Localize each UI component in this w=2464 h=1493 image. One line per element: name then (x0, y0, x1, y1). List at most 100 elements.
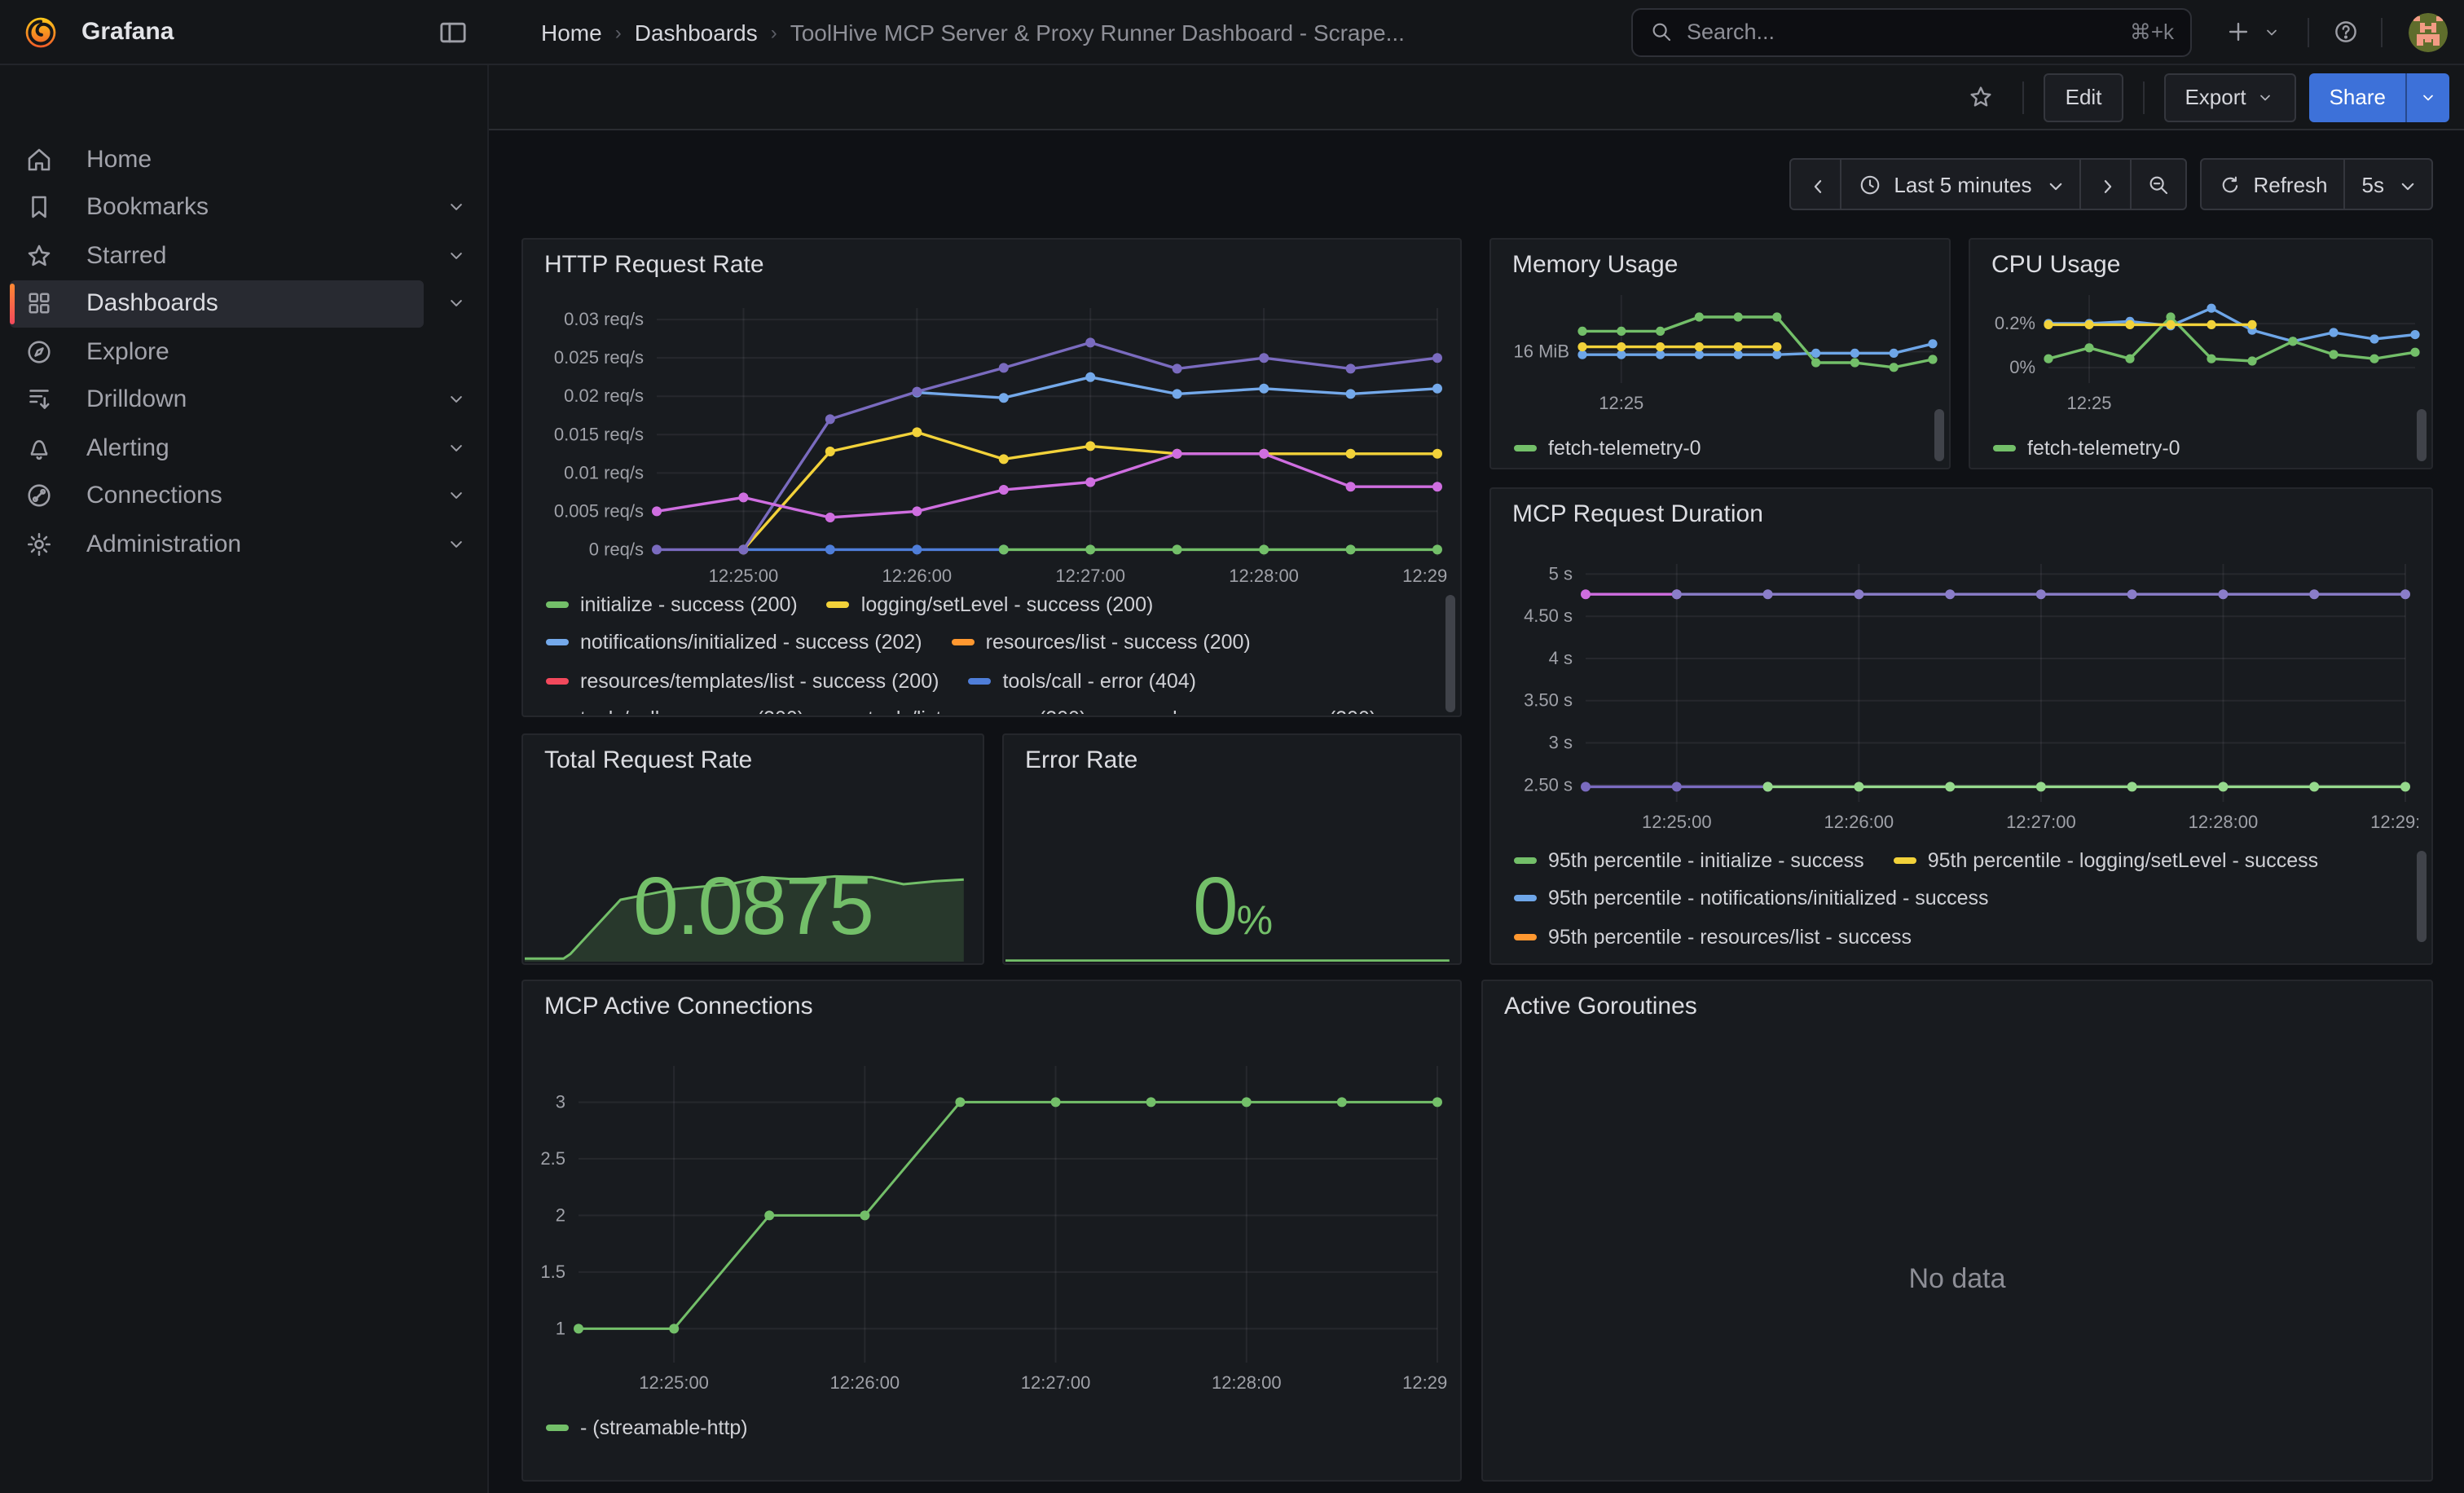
legend-label: tools/call - success (200) (580, 708, 804, 715)
time-shift-forward-button[interactable] (2079, 160, 2129, 209)
legend-item[interactable]: 95th percentile - logging/setLevel - suc… (1894, 849, 2318, 872)
share-menu-button[interactable] (2405, 73, 2449, 121)
export-button[interactable]: Export (2163, 73, 2296, 121)
http-request-rate-chart[interactable]: 0 req/s0.005 req/s0.01 req/s0.015 req/s0… (536, 295, 1447, 585)
panel-title[interactable]: MCP Active Connections (544, 993, 813, 1020)
stat-value: 0.0875 (523, 859, 983, 953)
sidebar-item-label: Drilldown (86, 386, 187, 414)
time-shift-back-button[interactable] (1791, 160, 1840, 209)
refresh-label: Refresh (2253, 172, 2327, 196)
legend-label: resources/templates/list - success (200) (580, 670, 939, 693)
sidebar-item-explore[interactable]: Explore (0, 328, 489, 376)
sidebar-item-starred[interactable]: Starred (0, 231, 489, 280)
breadcrumb-dashboards[interactable]: Dashboards (635, 19, 758, 45)
svg-text:12:27:00: 12:27:00 (1055, 566, 1125, 585)
legend-item[interactable]: fetch-telemetry-0 (1993, 437, 2180, 460)
star-dashboard-button[interactable] (1958, 74, 2004, 120)
mcp-active-connections-chart[interactable]: 11.522.5312:25:0012:26:0012:27:0012:28:0… (536, 1053, 1447, 1398)
legend-item[interactable]: resources/list - success (200) (952, 632, 1251, 654)
legend-label: initialize - success (200) (580, 593, 798, 616)
cpu-legend: fetch-telemetry-0 (1993, 429, 2405, 468)
divider (2381, 17, 2383, 46)
sidebar-item-home[interactable]: Home (0, 135, 489, 183)
sidebar-item-drilldown[interactable]: Drilldown (0, 376, 489, 424)
legend-item[interactable]: initialize - success (200) (546, 593, 798, 616)
search-input[interactable] (1687, 20, 2130, 44)
legend-item[interactable]: tools/list - success (200) (834, 708, 1086, 715)
edit-button[interactable]: Edit (2044, 73, 2123, 121)
legend-scrollbar[interactable] (2417, 409, 2427, 461)
panel-title[interactable]: CPU Usage (1991, 251, 2120, 279)
legend-row: resources/templates/list - success (200)… (546, 662, 1431, 700)
breadcrumb-home[interactable]: Home (541, 19, 602, 45)
legend-item[interactable]: tools/call - success (200) (546, 708, 804, 715)
svg-text:12:28:00: 12:28:00 (1212, 1372, 1282, 1393)
user-avatar[interactable] (2409, 12, 2448, 51)
legend-item[interactable]: unknown - success (200) (1115, 708, 1376, 715)
refresh-button[interactable]: Refresh (2201, 160, 2343, 209)
help-button[interactable] (2322, 9, 2368, 55)
sidebar-toggle-icon[interactable] (437, 16, 469, 49)
svg-text:4 s: 4 s (1549, 648, 1573, 668)
legend-scrollbar[interactable] (1934, 409, 1944, 461)
legend-scrollbar[interactable] (1445, 595, 1455, 712)
legend-item[interactable]: fetch-telemetry-0 (1514, 437, 1701, 460)
legend-item[interactable]: 95th percentile - notifications/initiali… (1514, 887, 1989, 910)
share-split-button: Share (2310, 73, 2449, 121)
chevron-down-icon[interactable] (445, 244, 468, 267)
mcp-request-duration-chart[interactable]: 5 s4.50 s4 s3.50 s3 s2.50 s12:25:0012:26… (1504, 551, 2418, 831)
legend-label: 95th percentile - notifications/initiali… (1548, 887, 1989, 910)
sidebar-item-alerting[interactable]: Alerting (0, 424, 489, 472)
panel-title[interactable]: Total Request Rate (544, 746, 752, 774)
add-new-button[interactable] (2215, 9, 2281, 55)
svg-text:12:26:00: 12:26:00 (1824, 812, 1894, 831)
legend-item[interactable]: logging/setLevel - success (200) (827, 593, 1154, 616)
legend-scrollbar[interactable] (2417, 851, 2427, 942)
star-icon (24, 241, 54, 271)
chevron-down-icon (2043, 174, 2062, 194)
sidebar-item-dashboards[interactable]: Dashboards (0, 280, 489, 328)
legend-item[interactable]: - (streamable-http) (546, 1416, 748, 1439)
grid-icon (24, 289, 54, 319)
legend-item[interactable]: tools/call - error (404) (968, 670, 1196, 693)
legend-item[interactable]: 95th percentile - initialize - success (1514, 849, 1864, 872)
legend-item[interactable]: 95th percentile - resources/list - succe… (1514, 926, 1912, 949)
sidebar-item-administration[interactable]: Administration (0, 520, 489, 568)
zoom-out-time-button[interactable] (2129, 160, 2185, 209)
cpu-usage-chart[interactable]: 0.2%0%12:25 (1977, 285, 2422, 422)
legend-label: 95th percentile - resources/list - succe… (1548, 926, 1912, 949)
chevron-down-icon[interactable] (445, 293, 468, 315)
panel-title[interactable]: MCP Request Duration (1512, 500, 1763, 528)
chevron-down-icon[interactable] (445, 485, 468, 508)
plus-icon (2215, 9, 2260, 55)
refresh-interval-label: 5s (2362, 172, 2384, 196)
chevron-down-icon[interactable] (445, 196, 468, 219)
legend-item[interactable]: resources/templates/list - success (200) (546, 670, 939, 693)
legend-swatch (1894, 857, 1916, 864)
svg-text:0.015 req/s: 0.015 req/s (554, 424, 644, 444)
panel-title[interactable]: HTTP Request Rate (544, 251, 764, 279)
share-button[interactable]: Share (2310, 73, 2405, 121)
chevron-down-icon[interactable] (445, 389, 468, 412)
svg-text:0%: 0% (2009, 357, 2035, 377)
legend-label: notifications/initialized - success (202… (580, 632, 922, 654)
memory-usage-chart[interactable]: 16 MiB12:25 (1498, 285, 1939, 422)
brand-name: Grafana (81, 18, 174, 46)
panel-title[interactable]: Error Rate (1025, 746, 1137, 774)
svg-text:3: 3 (556, 1091, 565, 1112)
sidebar-item-bookmarks[interactable]: Bookmarks (0, 183, 489, 231)
chevron-down-icon[interactable] (445, 533, 468, 556)
legend-label: - (streamable-http) (580, 1416, 748, 1439)
sidebar-item-connections[interactable]: Connections (0, 472, 489, 520)
time-range-picker[interactable]: Last 5 minutes (1840, 160, 2079, 209)
search-box[interactable]: ⌘+k (1631, 7, 2192, 56)
refresh-interval-picker[interactable]: 5s (2344, 160, 2431, 209)
sidebar-item-label: Administration (86, 531, 241, 558)
panel-title[interactable]: Memory Usage (1512, 251, 1678, 279)
bookmark-icon (24, 193, 54, 222)
chevron-down-icon (2256, 87, 2276, 107)
legend-item[interactable]: notifications/initialized - success (202… (546, 632, 922, 654)
svg-text:12:26:00: 12:26:00 (882, 566, 953, 585)
http-legend: initialize - success (200) logging/setLev… (546, 585, 1431, 714)
chevron-down-icon[interactable] (445, 437, 468, 460)
